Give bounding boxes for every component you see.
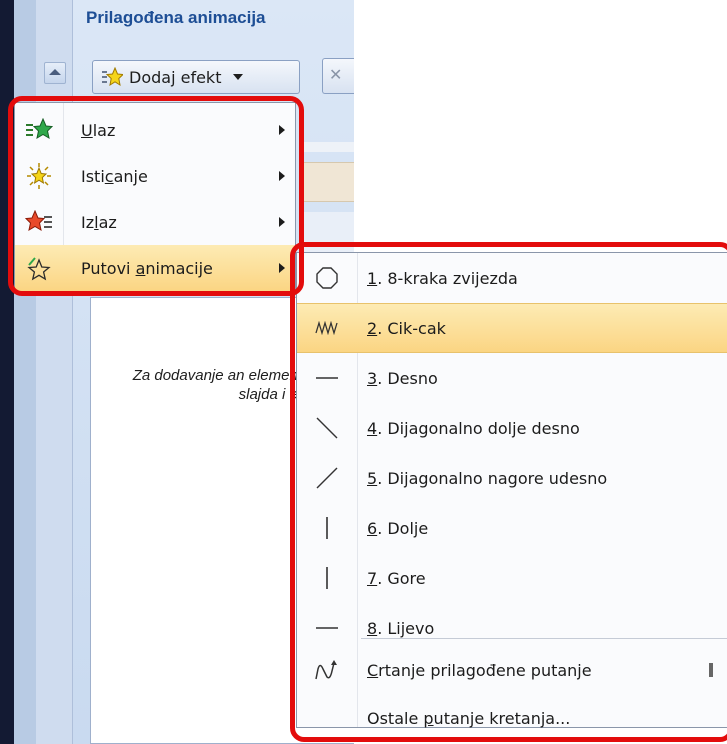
remove-effect-button[interactable]: ✕ bbox=[322, 58, 354, 94]
add-effect-button[interactable]: Dodaj efekt bbox=[92, 60, 300, 94]
add-effect-label: Dodaj efekt bbox=[129, 67, 222, 87]
highlight-callout-add-effect-menu bbox=[8, 96, 304, 296]
add-effect-star-icon bbox=[102, 67, 123, 87]
pane-row-band bbox=[300, 162, 354, 202]
pane-row-band bbox=[300, 142, 354, 152]
scroll-up-button[interactable] bbox=[44, 62, 66, 84]
pane-title: Prilagođena animacija bbox=[86, 8, 266, 27]
highlight-callout-motion-paths bbox=[290, 242, 727, 742]
remove-icon: ✕ bbox=[329, 65, 343, 84]
chevron-down-icon bbox=[233, 74, 244, 80]
empty-list-hint: Za dodavanje an element slajda i ef bbox=[132, 367, 302, 403]
